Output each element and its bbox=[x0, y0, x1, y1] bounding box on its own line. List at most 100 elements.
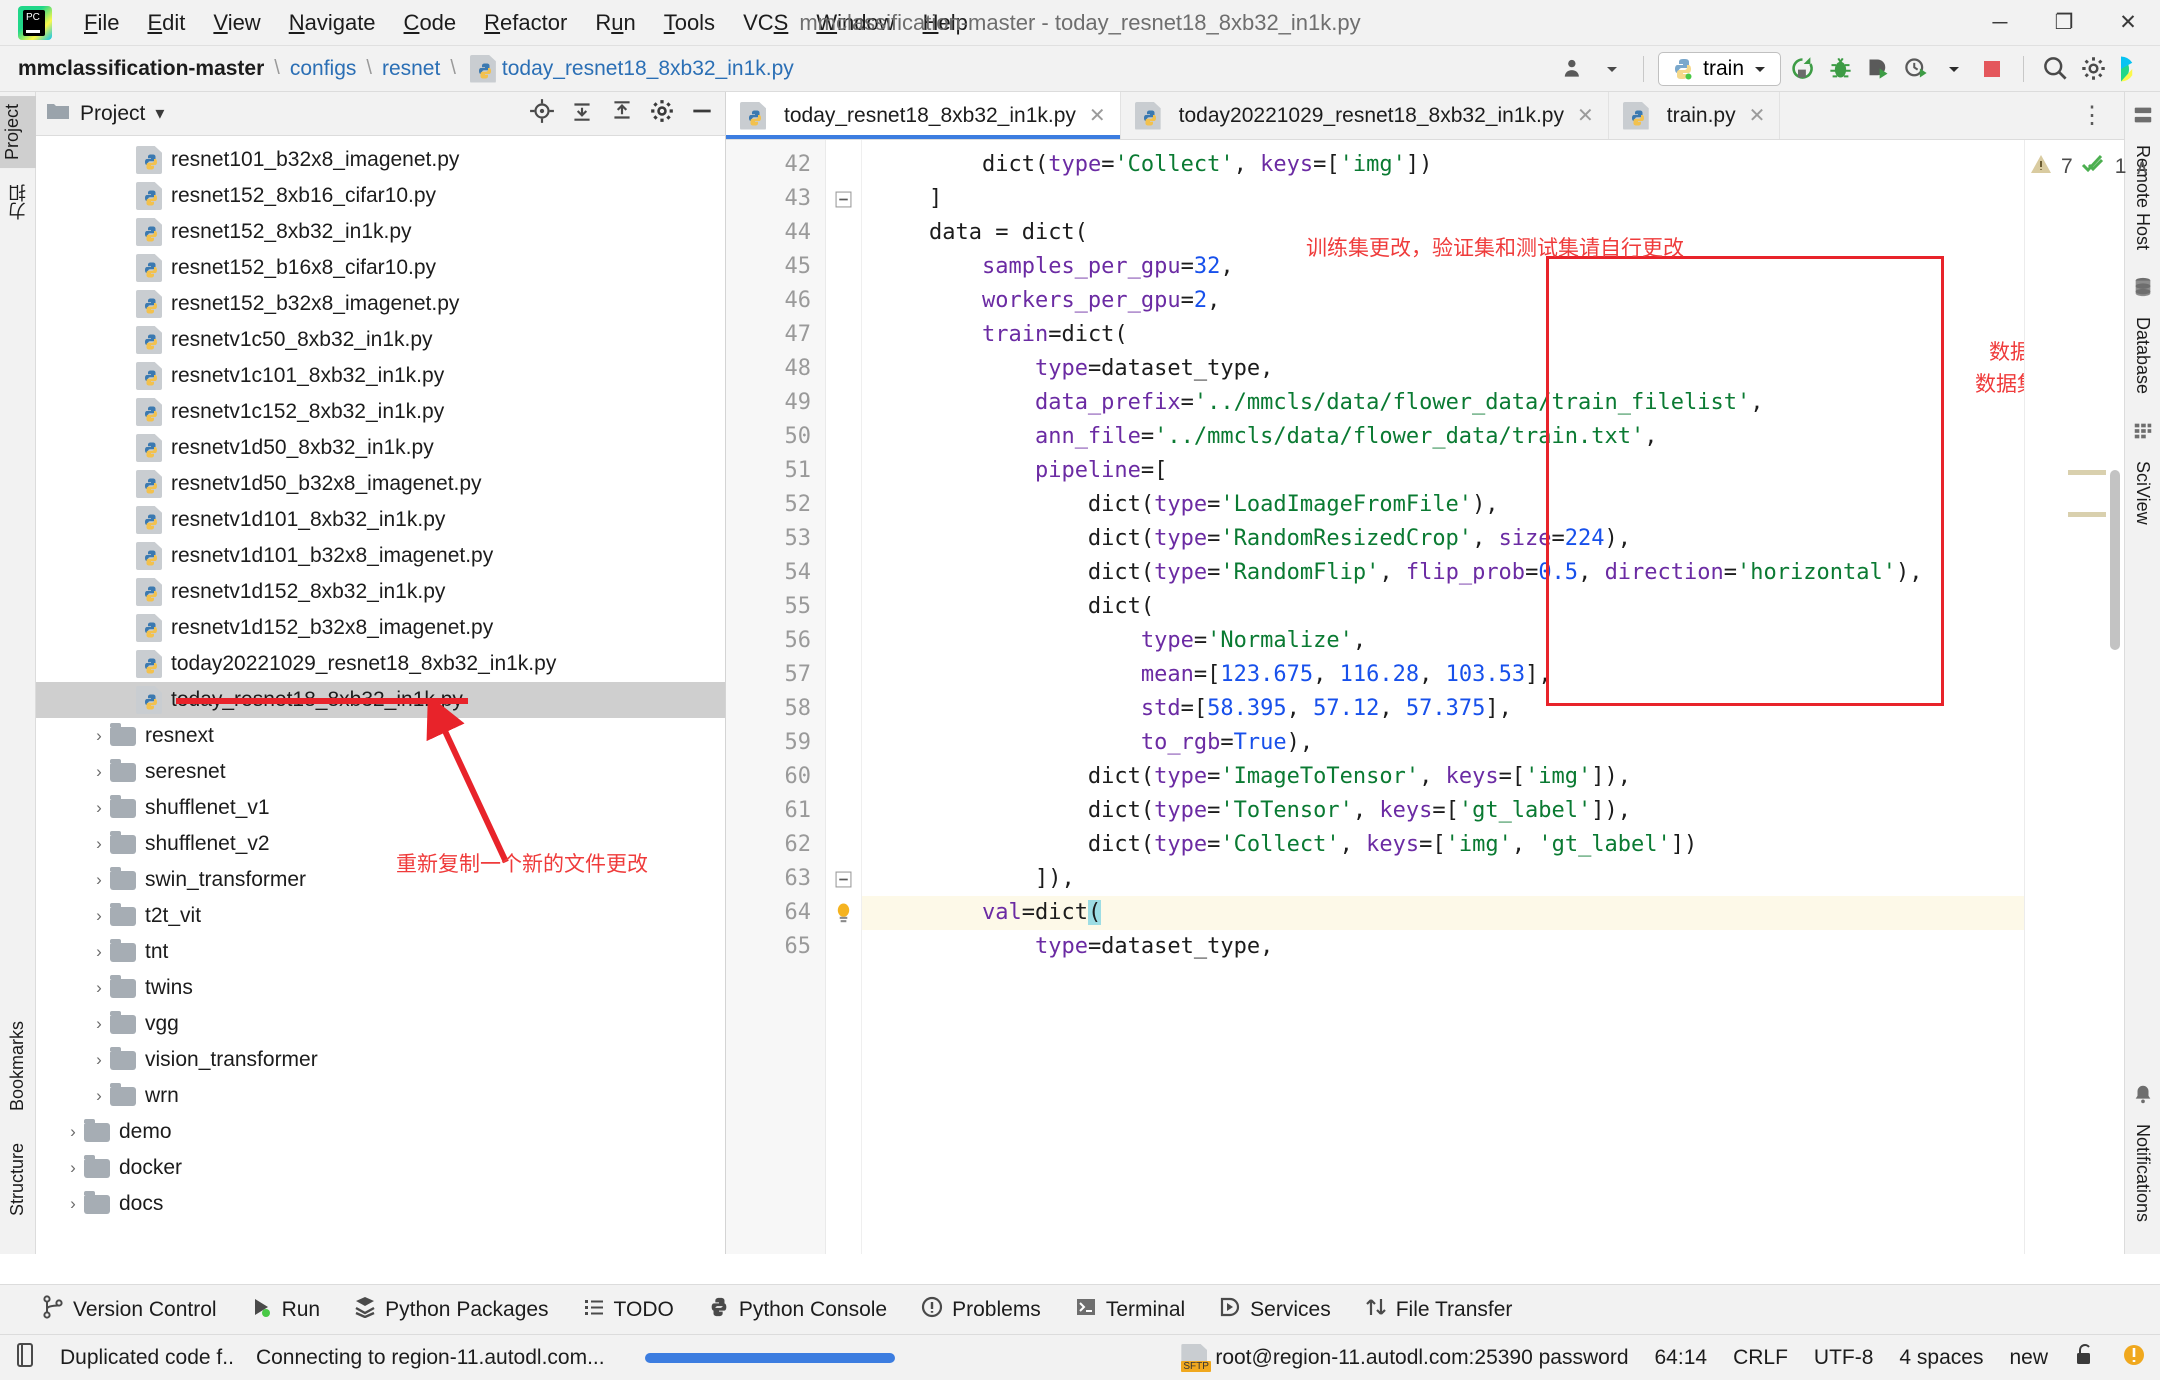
close-tab-icon[interactable]: ✕ bbox=[1577, 103, 1594, 128]
breadcrumb-file[interactable]: today_resnet18_8xb32_in1k.py bbox=[502, 57, 794, 81]
code-line[interactable]: to_rgb=True), bbox=[862, 726, 2124, 760]
run-configuration-selector[interactable]: train bbox=[1658, 51, 1781, 86]
tree-folder-item[interactable]: › resnext bbox=[36, 718, 725, 754]
tree-folder-item[interactable]: › swin_transformer bbox=[36, 862, 725, 898]
search-everywhere-icon[interactable] bbox=[2038, 54, 2072, 84]
tool-window-file-transfer[interactable]: File Transfer bbox=[1365, 1296, 1512, 1324]
project-file-tree[interactable]: resnet101_b32x8_imagenet.py resnet152_8xb… bbox=[36, 136, 725, 1254]
chevron-down-icon[interactable]: ▾ bbox=[155, 103, 164, 124]
code-line[interactable]: std=[58.395, 57.12, 57.375], bbox=[862, 692, 2124, 726]
breadcrumb-project[interactable]: mmclassification-master bbox=[18, 57, 264, 81]
settings-gear-icon[interactable] bbox=[2076, 54, 2110, 84]
code-line[interactable]: dict(type='LoadImageFromFile'), bbox=[862, 488, 2124, 522]
chevron-down-icon[interactable] bbox=[1937, 54, 1971, 84]
profile-icon[interactable] bbox=[1899, 54, 1933, 84]
tree-file-item[interactable]: resnetv1d152_b32x8_imagenet.py bbox=[36, 610, 725, 646]
tree-file-item[interactable]: resnetv1c101_8xb32_in1k.py bbox=[36, 358, 725, 394]
code-line[interactable]: type=dataset_type, bbox=[862, 930, 2124, 964]
collapse-all-icon[interactable] bbox=[569, 98, 595, 129]
chevron-right-icon[interactable]: › bbox=[62, 1122, 84, 1142]
chevron-right-icon[interactable]: › bbox=[88, 942, 110, 962]
tree-folder-item[interactable]: › t2t_vit bbox=[36, 898, 725, 934]
tree-folder-item[interactable]: › tnt bbox=[36, 934, 725, 970]
code-line[interactable]: data_prefix='../mmcls/data/flower_data/t… bbox=[862, 386, 2124, 420]
hide-panel-icon[interactable] bbox=[689, 98, 715, 129]
chevron-right-icon[interactable]: › bbox=[88, 762, 110, 782]
chevron-right-icon[interactable]: › bbox=[88, 906, 110, 926]
code-folding-column[interactable] bbox=[826, 140, 862, 1254]
breadcrumb-resnet[interactable]: resnet bbox=[382, 57, 440, 81]
expand-all-icon[interactable] bbox=[609, 98, 635, 129]
code-line[interactable]: dict(type='ToTensor', keys=['gt_label'])… bbox=[862, 794, 2124, 828]
sidebar-item-project[interactable]: Project bbox=[0, 96, 36, 169]
chevron-right-icon[interactable]: › bbox=[88, 1014, 110, 1034]
chevron-right-icon[interactable]: › bbox=[62, 1194, 84, 1214]
tree-file-item[interactable]: resnetv1c152_8xb32_in1k.py bbox=[36, 394, 725, 430]
tree-file-item[interactable]: resnetv1d50_8xb32_in1k.py bbox=[36, 430, 725, 466]
tree-folder-item[interactable]: › shufflenet_v2 bbox=[36, 826, 725, 862]
vcs-branch[interactable]: new bbox=[2009, 1346, 2048, 1370]
menu-code[interactable]: Code bbox=[390, 8, 471, 38]
code-line[interactable]: val=dict( bbox=[862, 896, 2124, 930]
code-line[interactable]: type='Normalize', bbox=[862, 624, 2124, 658]
tree-file-item[interactable]: resnet152_b16x8_cifar10.py bbox=[36, 250, 725, 286]
tree-file-item[interactable]: resnetv1c50_8xb32_in1k.py bbox=[36, 322, 725, 358]
menu-navigate[interactable]: Navigate bbox=[275, 8, 390, 38]
code-editor[interactable]: 42 43 44 45 46 47 48 49 50 51 52 53 54 55 56 57 58 59 60 61… bbox=[726, 140, 2160, 1254]
tool-window-problems[interactable]: Problems bbox=[921, 1296, 1041, 1324]
close-tab-icon[interactable]: ✕ bbox=[1749, 103, 1766, 128]
sidebar-item-bookmarks[interactable]: Bookmarks bbox=[5, 1013, 30, 1119]
minimize-button[interactable]: ─ bbox=[1968, 0, 2032, 45]
chevron-right-icon[interactable]: › bbox=[62, 1158, 84, 1178]
code-line[interactable]: dict(type='RandomResizedCrop', size=224)… bbox=[862, 522, 2124, 556]
tree-file-item[interactable]: resnet152_8xb16_cifar10.py bbox=[36, 178, 725, 214]
notification-bell-icon[interactable] bbox=[2122, 1343, 2146, 1373]
tree-file-item[interactable]: resnet152_8xb32_in1k.py bbox=[36, 214, 725, 250]
tree-file-item[interactable]: resnet101_b32x8_imagenet.py bbox=[36, 142, 725, 178]
menu-tools[interactable]: Tools bbox=[650, 8, 729, 38]
tool-window-python-console[interactable]: Python Console bbox=[708, 1296, 887, 1324]
stop-icon[interactable] bbox=[1975, 54, 2009, 84]
tree-folder-item[interactable]: › docker bbox=[36, 1150, 725, 1186]
tool-window-version-control[interactable]: Version Control bbox=[42, 1294, 217, 1325]
chevron-right-icon[interactable]: › bbox=[88, 1086, 110, 1106]
tree-file-item[interactable]: today_resnet18_8xb32_in1k.py bbox=[36, 682, 725, 718]
menu-run[interactable]: Run bbox=[581, 8, 649, 38]
tree-file-item[interactable]: resnetv1d152_8xb32_in1k.py bbox=[36, 574, 725, 610]
menu-file[interactable]: File bbox=[70, 8, 133, 38]
user-avatar-icon[interactable] bbox=[1557, 54, 1591, 84]
code-line[interactable]: train=dict( bbox=[862, 318, 2124, 352]
tree-file-item[interactable]: today20221029_resnet18_8xb32_in1k.py bbox=[36, 646, 725, 682]
sidebar-item-structure[interactable]: Structure bbox=[5, 1135, 30, 1224]
code-line[interactable]: type=dataset_type, bbox=[862, 352, 2124, 386]
sidebar-item-database[interactable]: Database bbox=[2130, 309, 2155, 402]
tool-window-python-packages[interactable]: Python Packages bbox=[354, 1296, 549, 1324]
remote-connection-status[interactable]: root@region-11.autodl.com:25390 password bbox=[1215, 1346, 1628, 1370]
sidebar-item-sciview[interactable]: SciView bbox=[2130, 453, 2155, 533]
editor-tab[interactable]: train.py ✕ bbox=[1609, 92, 1781, 139]
chevron-right-icon[interactable]: › bbox=[88, 870, 110, 890]
breadcrumb-configs[interactable]: configs bbox=[290, 57, 357, 81]
menu-bar[interactable]: File Edit View Navigate Code Refactor Ru… bbox=[70, 8, 982, 38]
chevron-right-icon[interactable]: › bbox=[88, 978, 110, 998]
tool-window-terminal[interactable]: Terminal bbox=[1075, 1296, 1185, 1324]
maximize-button[interactable]: ❐ bbox=[2032, 0, 2096, 45]
code-line[interactable]: dict( bbox=[862, 590, 2124, 624]
file-encoding[interactable]: UTF-8 bbox=[1814, 1346, 1874, 1370]
line-separator[interactable]: CRLF bbox=[1733, 1346, 1788, 1370]
caret-position[interactable]: 64:14 bbox=[1655, 1346, 1708, 1370]
editor-tab-strip[interactable]: today_resnet18_8xb32_in1k.py ✕ today202210… bbox=[726, 92, 2124, 140]
sidebar-item-cn[interactable]: 力扣 bbox=[3, 176, 33, 228]
code-line[interactable]: ann_file='../mmcls/data/flower_data/trai… bbox=[862, 420, 2124, 454]
code-line[interactable]: dict(type='ImageToTensor', keys=['img'])… bbox=[862, 760, 2124, 794]
code-line[interactable]: workers_per_gpu=2, bbox=[862, 284, 2124, 318]
indent-setting[interactable]: 4 spaces bbox=[1899, 1346, 1983, 1370]
editor-tab[interactable]: today_resnet18_8xb32_in1k.py ✕ bbox=[726, 92, 1121, 139]
editor-tab[interactable]: today20221029_resnet18_8xb32_in1k.py ✕ bbox=[1121, 92, 1609, 139]
chevron-right-icon[interactable]: › bbox=[88, 834, 110, 854]
menu-refactor[interactable]: Refactor bbox=[470, 8, 581, 38]
tree-folder-item[interactable]: › shufflenet_v1 bbox=[36, 790, 725, 826]
menu-view[interactable]: View bbox=[199, 8, 274, 38]
tree-folder-item[interactable]: › vgg bbox=[36, 1006, 725, 1042]
tool-window-todo[interactable]: TODO bbox=[583, 1296, 674, 1324]
